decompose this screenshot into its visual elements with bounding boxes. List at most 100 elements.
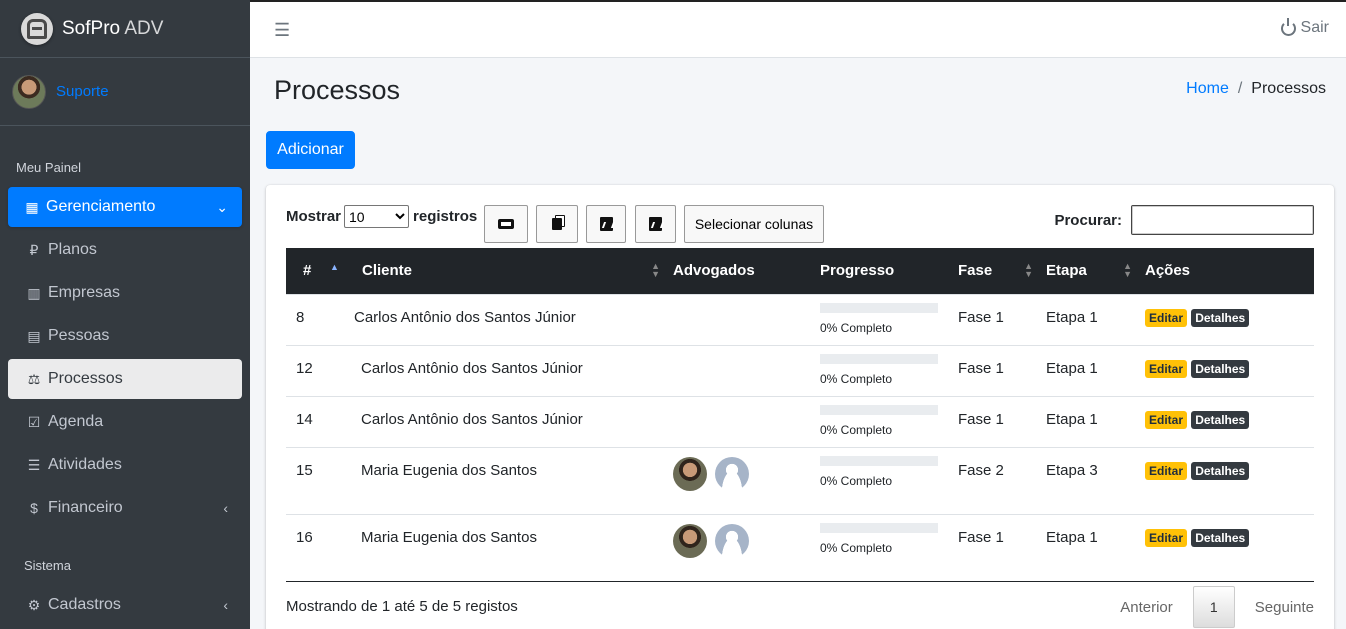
column-header-id[interactable]: # ▲ xyxy=(286,248,354,294)
copy-icon xyxy=(552,218,562,230)
edit-button[interactable]: Editar xyxy=(1145,528,1188,547)
sidebar-item-cadastros[interactable]: ⚙ Cadastros ‹ xyxy=(8,585,242,625)
brand-name: SofPro xyxy=(62,17,121,39)
processes-table: # ▲ Cliente ▲ ▼ Advogados Progresso Fase ▲ ▼ … xyxy=(286,248,1314,582)
details-button[interactable]: Detalhes xyxy=(1191,410,1250,429)
details-button[interactable]: Detalhes xyxy=(1191,359,1250,378)
column-header-progresso: Progresso xyxy=(813,248,951,294)
cell-cliente: Carlos Antônio dos Santos Júnior xyxy=(354,344,666,396)
sidebar-item-financeiro[interactable]: $ Financeiro ‹ xyxy=(8,488,242,528)
cell-acoes: Editar Detalhes xyxy=(1138,513,1314,582)
processes-card: Mostrar 10 registros Selecionar colunas … xyxy=(266,185,1334,629)
details-button[interactable]: Detalhes xyxy=(1191,308,1250,327)
sidebar-item-processos[interactable]: ⚖ Processos xyxy=(8,359,242,399)
sidebar-item-atividades[interactable]: ☰ Atividades xyxy=(8,445,242,485)
column-header-etapa[interactable]: Etapa ▲ ▼ xyxy=(1039,248,1138,294)
cell-progresso: 0% Completo xyxy=(813,446,951,514)
progress-bar xyxy=(820,404,938,415)
column-header-acoes: Ações xyxy=(1138,248,1314,294)
progress-text: 0% Completo xyxy=(820,320,893,335)
cell-progresso: 0% Completo xyxy=(813,513,951,582)
cell-advogados xyxy=(666,446,813,514)
dashboard-icon: ▦ xyxy=(25,198,39,215)
column-header-fase[interactable]: Fase ▲ ▼ xyxy=(951,248,1039,294)
table-row: 8 Carlos Antônio dos Santos Júnior 0% Co… xyxy=(286,293,1314,345)
edit-button[interactable]: Editar xyxy=(1145,461,1188,480)
brand-link[interactable]: SofPro ADV xyxy=(0,0,250,58)
details-button[interactable]: Detalhes xyxy=(1191,461,1250,480)
pagination: Anterior 1 Seguinte xyxy=(1120,586,1314,628)
sort-icon: ▲ ▼ xyxy=(651,261,660,279)
cell-acoes: Editar Detalhes xyxy=(1138,395,1314,447)
table-info: Mostrando de 1 até 5 de 5 registos xyxy=(286,598,518,615)
lawyer-avatar[interactable] xyxy=(673,456,707,491)
file-excel-icon xyxy=(599,217,613,231)
sidebar: SofPro ADV Suporte Meu Painel ▦ Gerencia… xyxy=(0,0,250,629)
hamburger-menu-icon[interactable]: ☰ xyxy=(274,20,290,41)
table-row: 15 Maria Eugenia dos Santos 0% Completo … xyxy=(286,446,1314,514)
cell-etapa: Etapa 1 xyxy=(1039,344,1138,396)
cell-advogados xyxy=(666,395,813,447)
sidebar-item-label: Planos xyxy=(48,241,97,258)
pagination-previous[interactable]: Anterior xyxy=(1120,599,1173,616)
sidebar-item-gerenciamento[interactable]: ▦ Gerenciamento ⌄ xyxy=(8,187,242,227)
money-icon: $ xyxy=(30,500,38,516)
progress-bar xyxy=(820,353,938,364)
column-header-label: Advogados xyxy=(673,262,755,280)
print-icon xyxy=(498,219,514,229)
table-controls: Mostrar 10 registros Selecionar colunas … xyxy=(286,205,1314,245)
lawyer-avatar-default[interactable] xyxy=(715,523,749,558)
select-columns-button[interactable]: Selecionar colunas xyxy=(684,205,824,243)
sidebar-item-label: Agenda xyxy=(48,413,104,430)
edit-button[interactable]: Editar xyxy=(1145,308,1188,327)
sidebar-item-empresas[interactable]: ▥ Empresas xyxy=(8,273,242,313)
column-header-label: # xyxy=(303,262,312,280)
cell-advogados xyxy=(666,513,813,582)
cell-fase: Fase 1 xyxy=(951,513,1039,582)
print-button[interactable] xyxy=(484,205,528,243)
cell-cliente: Carlos Antônio dos Santos Júnior xyxy=(354,293,666,345)
user-name-link[interactable]: Suporte xyxy=(56,83,109,100)
progress-bar xyxy=(820,302,938,313)
show-label: Mostrar xyxy=(286,208,342,225)
lawyer-avatar-default[interactable] xyxy=(715,456,749,491)
sidebar-item-planos[interactable]: ₽ Planos xyxy=(8,230,242,270)
column-header-cliente[interactable]: Cliente ▲ ▼ xyxy=(354,248,666,294)
sidebar-item-label: Pessoas xyxy=(48,327,110,344)
lawyer-avatar[interactable] xyxy=(673,523,707,558)
sidebar-item-label: Processos xyxy=(48,370,123,387)
chevron-left-icon: ‹ xyxy=(223,597,228,613)
sidebar-item-label: Gerenciamento xyxy=(46,198,156,215)
page-length-select[interactable]: 10 xyxy=(344,205,410,228)
details-button[interactable]: Detalhes xyxy=(1191,528,1250,547)
edit-button[interactable]: Editar xyxy=(1145,359,1188,378)
power-icon xyxy=(1280,17,1296,36)
building-icon: ▥ xyxy=(27,284,41,301)
pagination-page[interactable]: 1 xyxy=(1192,586,1235,628)
sidebar-item-label: Financeiro xyxy=(48,499,123,516)
add-button[interactable]: Adicionar xyxy=(266,131,355,169)
cell-id: 14 xyxy=(286,395,354,447)
logout-button[interactable]: Sair xyxy=(1280,17,1329,37)
cell-acoes: Editar Detalhes xyxy=(1138,344,1314,396)
cell-etapa: Etapa 1 xyxy=(1039,513,1138,582)
cell-etapa: Etapa 1 xyxy=(1039,395,1138,447)
sidebar-item-pessoas[interactable]: ▤ Pessoas xyxy=(8,316,242,356)
sidebar-item-agenda[interactable]: ☑ Agenda xyxy=(8,402,242,442)
pdf-button[interactable] xyxy=(635,205,676,243)
breadcrumb-home-link[interactable]: Home xyxy=(1186,80,1229,98)
search-control: Procurar: xyxy=(1054,205,1314,235)
id-card-icon: ▤ xyxy=(27,327,41,344)
table-row: 16 Maria Eugenia dos Santos 0% Completo … xyxy=(286,513,1314,582)
sidebar-item-label: Atividades xyxy=(48,456,122,473)
sort-icon: ▲ ▼ xyxy=(1123,261,1132,279)
copy-button[interactable] xyxy=(536,205,578,243)
table-header-row: # ▲ Cliente ▲ ▼ Advogados Progresso Fase ▲ ▼ … xyxy=(286,248,1314,294)
excel-button[interactable] xyxy=(586,205,626,243)
search-input[interactable] xyxy=(1131,205,1314,235)
pagination-next[interactable]: Seguinte xyxy=(1255,599,1314,616)
cogs-icon: ⚙ xyxy=(27,596,41,613)
column-header-label: Progresso xyxy=(820,262,895,280)
edit-button[interactable]: Editar xyxy=(1145,410,1188,429)
brand-suffix: ADV xyxy=(120,17,164,39)
